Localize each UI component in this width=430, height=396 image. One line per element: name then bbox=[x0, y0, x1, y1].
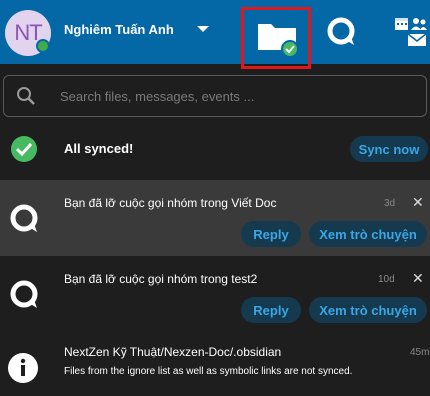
search-bar bbox=[3, 75, 427, 117]
sync-status-text: All synced! bbox=[64, 141, 134, 156]
view-conversation-button[interactable]: Xem trò chuyện bbox=[309, 297, 427, 323]
top-bar: NT Nghiêm Tuấn Anh bbox=[0, 0, 430, 69]
sync-now-button[interactable]: Sync now bbox=[350, 136, 428, 162]
activity-item[interactable]: Bạn đã lỡ cuộc gọi nhóm trong test2 10d … bbox=[0, 256, 430, 333]
talk-icon bbox=[327, 17, 355, 45]
activity-message: Bạn đã lỡ cuộc gọi nhóm trong test2 bbox=[64, 272, 258, 286]
folder-synced-icon bbox=[258, 24, 299, 58]
activity-time: 10d bbox=[378, 274, 395, 285]
activity-message: Bạn đã lỡ cuộc gọi nhóm trong Viết Doc bbox=[64, 196, 277, 210]
info-icon bbox=[8, 353, 38, 383]
user-name[interactable]: Nghiêm Tuấn Anh bbox=[64, 22, 174, 37]
activity-message: NextZen Kỹ Thuật/Nexzen-Doc/.obsidian bbox=[64, 345, 282, 359]
search-input[interactable] bbox=[60, 84, 410, 108]
reply-button[interactable]: Reply bbox=[241, 221, 301, 247]
online-status-icon bbox=[36, 39, 50, 53]
talk-icon bbox=[10, 204, 38, 232]
check-circle-icon bbox=[11, 136, 37, 162]
activity-item[interactable]: NextZen Kỹ Thuật/Nexzen-Doc/.obsidian 45… bbox=[0, 337, 430, 396]
talk-icon bbox=[10, 280, 38, 308]
activity-item[interactable]: Bạn đã lỡ cuộc gọi nhóm trong Viết Doc 3… bbox=[0, 180, 430, 256]
search-icon bbox=[17, 87, 35, 105]
calendar-contacts-mail-icon bbox=[395, 18, 427, 46]
activity-app-button[interactable] bbox=[394, 14, 428, 53]
close-icon[interactable]: ✕ bbox=[412, 194, 424, 211]
talk-app-button[interactable] bbox=[325, 15, 359, 54]
reply-button[interactable]: Reply bbox=[241, 297, 301, 323]
view-conversation-button[interactable]: Xem trò chuyện bbox=[309, 221, 427, 247]
activity-time: 3d bbox=[384, 198, 396, 209]
activity-detail: Files from the ignore list as well as sy… bbox=[64, 366, 353, 377]
close-icon[interactable]: ✕ bbox=[412, 270, 424, 287]
activity-time: 45m bbox=[410, 347, 430, 358]
files-app-button[interactable] bbox=[241, 7, 311, 69]
chevron-down-icon[interactable] bbox=[197, 26, 209, 32]
